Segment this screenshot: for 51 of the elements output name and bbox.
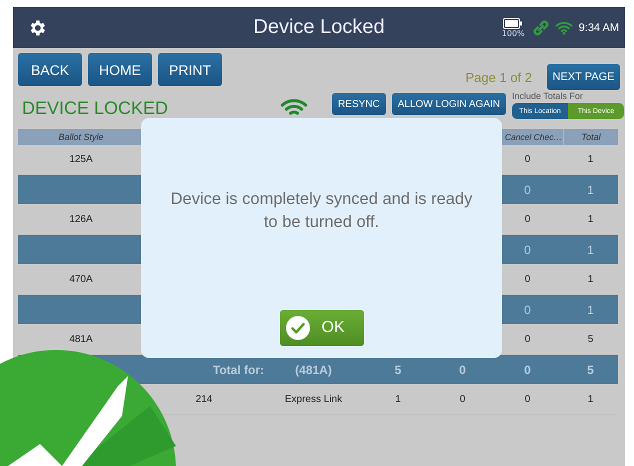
status-title: DEVICE LOCKED xyxy=(22,98,168,119)
table-cell: 0 xyxy=(460,394,466,405)
table-cell: 0 xyxy=(524,302,531,316)
table-cell: 0 xyxy=(524,182,531,196)
wifi-icon xyxy=(280,98,308,118)
table-cell: 1 xyxy=(395,394,401,405)
table-cell: 1 xyxy=(588,214,594,225)
table-cell: Total for: xyxy=(212,362,264,376)
table-cell: 126A xyxy=(69,214,93,225)
table-cell: 5 xyxy=(588,334,594,345)
table-cell: 470A xyxy=(69,274,93,285)
ok-button[interactable]: OK xyxy=(280,310,364,346)
battery-icon xyxy=(503,18,524,28)
table-cell: 0 xyxy=(459,362,466,376)
battery-level: 100% xyxy=(502,28,525,38)
next-page-button[interactable]: NEXT PAGE xyxy=(547,64,620,90)
totals-label: Include Totals For xyxy=(512,91,584,101)
page-indicator: Page 1 of 2 xyxy=(466,70,532,85)
wifi-icon xyxy=(554,20,573,34)
table-cell: 0 xyxy=(524,362,531,376)
table-cell: 0 xyxy=(524,214,530,225)
table-cell: 5 xyxy=(394,362,402,376)
nav-button[interactable]: BACK xyxy=(18,53,82,86)
table-cell: (481A) xyxy=(295,362,332,376)
table-cell: 1 xyxy=(587,182,594,196)
table-cell: 214 xyxy=(196,394,212,405)
table-cell: 1 xyxy=(588,274,594,285)
dialog-message: Device is completely synced and is ready to be turned off. xyxy=(170,189,474,233)
table-cell: 125A xyxy=(69,154,93,165)
check-icon xyxy=(286,316,310,340)
table-cell: 1 xyxy=(587,302,594,316)
table-cell: 0 xyxy=(524,154,530,165)
window-title: Device Locked xyxy=(253,16,385,39)
table-cell: Express Link xyxy=(284,394,342,405)
table-cell: 0 xyxy=(524,274,530,285)
table-cell: 1 xyxy=(588,394,594,405)
action-button[interactable]: ALLOW LOGIN AGAIN xyxy=(392,93,506,115)
table-cell: 481A xyxy=(69,334,93,345)
column-header: Ballot Style xyxy=(58,132,104,142)
table-cell: 1 xyxy=(588,154,594,165)
clock-time: 9:34 AM xyxy=(578,22,619,34)
column-header: Cancel Chec… xyxy=(504,132,562,142)
table-cell: 0 xyxy=(524,334,530,345)
column-header: Total xyxy=(581,132,601,142)
action-button[interactable]: RESYNC xyxy=(332,93,386,115)
table-cell: 1 xyxy=(587,242,594,256)
table-cell: 5 xyxy=(587,362,594,376)
nav-button[interactable]: PRINT xyxy=(158,53,222,86)
table-cell: 0 xyxy=(524,242,531,256)
table-cell: 0 xyxy=(524,394,530,405)
nav-button[interactable]: HOME xyxy=(88,53,152,86)
